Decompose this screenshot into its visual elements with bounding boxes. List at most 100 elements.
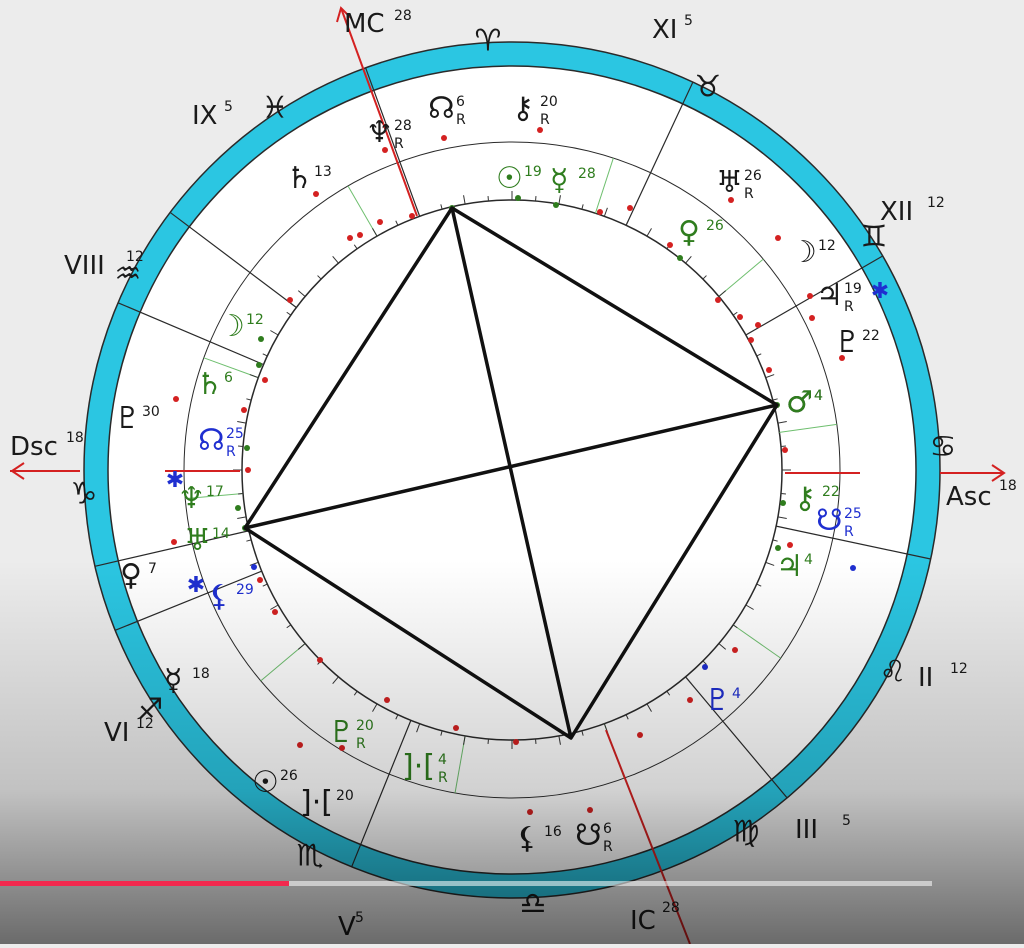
ic-degree: 28 bbox=[662, 900, 680, 916]
position-dot bbox=[809, 315, 815, 321]
position-dot bbox=[732, 647, 738, 653]
house-label-xii: XII bbox=[880, 197, 913, 227]
mc-degree: 28 bbox=[394, 8, 412, 24]
house-degree-xii: 12 bbox=[927, 195, 945, 211]
ic-label: IC bbox=[630, 906, 656, 936]
house-label-ix: IX bbox=[192, 101, 217, 131]
position-dot bbox=[667, 242, 673, 248]
saturn-natal-degree: 13 bbox=[314, 164, 332, 180]
uranus-transit-glyph: ♅ bbox=[184, 523, 211, 558]
mercury-transit-glyph: ☿ bbox=[550, 163, 568, 198]
pluto-progressed-glyph: ♇ bbox=[704, 683, 731, 718]
position-dot bbox=[782, 447, 788, 453]
house-label-xi: XI bbox=[652, 15, 677, 45]
pluto-transit-degree: 20 bbox=[356, 718, 374, 734]
node-north-natal-degree: 6 bbox=[456, 94, 465, 110]
position-dot bbox=[241, 407, 247, 413]
vertex-natal-glyph: ]·[ bbox=[300, 785, 333, 820]
position-dot bbox=[807, 293, 813, 299]
saturn-transit-degree: 6 bbox=[224, 370, 233, 386]
mercury-natal-glyph: ☿ bbox=[164, 663, 182, 698]
dsc-label: Dsc bbox=[10, 432, 58, 462]
chart-stage: ♈♉♊♋♌♍♎♏♐♑♒♓ MC28IC28Asc18Dsc18XI5XII12I… bbox=[0, 0, 1024, 944]
house-degree-ix: 5 bbox=[224, 99, 233, 115]
position-dot bbox=[256, 362, 262, 368]
video-progress-bar[interactable] bbox=[0, 881, 932, 886]
uranus-transit-degree: 14 bbox=[212, 526, 230, 542]
vertex-transit-glyph: ]·[ bbox=[402, 749, 435, 784]
position-dot bbox=[173, 396, 179, 402]
lilith-progressed-degree: 29 bbox=[236, 582, 254, 598]
house-degree-ii: 12 bbox=[950, 661, 968, 677]
astrology-wheel: ♈♉♊♋♌♍♎♏♐♑♒♓ MC28IC28Asc18Dsc18XI5XII12I… bbox=[0, 0, 1024, 944]
saturn-transit-glyph: ♄ bbox=[196, 367, 223, 402]
chiron-natal-glyph: ⚷ bbox=[512, 91, 534, 126]
jupiter-natal-degree: 19 bbox=[844, 281, 862, 297]
position-dot bbox=[384, 697, 390, 703]
chiron-natal-degree: 20 bbox=[540, 94, 558, 110]
position-dot bbox=[553, 202, 559, 208]
uranus-natal-degree: 26 bbox=[744, 168, 762, 184]
position-dot bbox=[313, 191, 319, 197]
taurus-glyph: ♉ bbox=[695, 70, 722, 105]
sun-transit-degree: 19 bbox=[524, 164, 542, 180]
scorpio-glyph: ♏ bbox=[297, 839, 324, 874]
position-dot bbox=[244, 445, 250, 451]
house-label-viii: VIII bbox=[64, 251, 105, 281]
chiron-transit-glyph: ⚷ bbox=[794, 481, 816, 516]
moon-transit-degree: 12 bbox=[246, 312, 264, 328]
chiron-natal-retro: R bbox=[540, 112, 550, 128]
position-dot bbox=[597, 209, 603, 215]
position-dot bbox=[347, 235, 353, 241]
house-label-vi: VI bbox=[104, 718, 129, 748]
pluto-progressed-degree: 4 bbox=[732, 686, 741, 702]
jupiter-transit-glyph: ♃ bbox=[776, 549, 803, 584]
saturn-natal-glyph: ♄ bbox=[286, 161, 313, 196]
position-dot bbox=[780, 500, 786, 506]
position-dot bbox=[453, 725, 459, 731]
pluto-natal-left-degree: 30 bbox=[142, 404, 160, 420]
mercury-natal-degree: 18 bbox=[192, 666, 210, 682]
position-dot bbox=[262, 377, 268, 383]
video-progress-fill bbox=[0, 881, 289, 886]
position-dot bbox=[737, 314, 743, 320]
position-dot bbox=[245, 467, 251, 473]
lilith-progressed-glyph: ⚸ bbox=[208, 579, 230, 614]
uranus-natal-glyph: ♅ bbox=[716, 165, 743, 200]
pluto-natal-right-glyph: ♇ bbox=[834, 325, 861, 360]
mars-transit-glyph: ♂ bbox=[786, 385, 813, 420]
star-marker-icon: ✱ bbox=[871, 279, 889, 304]
mars-transit-degree: 4 bbox=[814, 388, 823, 404]
libra-glyph: ♎ bbox=[520, 887, 547, 922]
asc-label: Asc bbox=[946, 482, 992, 512]
house-degree-xi: 5 bbox=[684, 13, 693, 29]
node-north-progressed-glyph: ☊ bbox=[198, 423, 225, 458]
mc-label: MC bbox=[344, 9, 385, 39]
position-dot bbox=[766, 367, 772, 373]
mercury-transit-degree: 28 bbox=[578, 166, 596, 182]
venus-natal-degree: 7 bbox=[148, 561, 157, 577]
position-dot bbox=[677, 255, 683, 261]
position-dot bbox=[377, 219, 383, 225]
neptune-natal-retro: R bbox=[394, 136, 404, 152]
aries-glyph: ♈ bbox=[475, 24, 502, 59]
position-dot bbox=[272, 609, 278, 615]
virgo-glyph: ♍ bbox=[733, 815, 760, 850]
vertex-natal-degree: 20 bbox=[336, 788, 354, 804]
chiron-transit-degree: 22 bbox=[822, 484, 840, 500]
lilith-natal-degree: 16 bbox=[544, 824, 562, 840]
house-degree-vi: 12 bbox=[136, 716, 154, 732]
capricorn-glyph: ♑ bbox=[71, 477, 98, 512]
lilith-natal-glyph: ⚸ bbox=[516, 821, 538, 856]
position-dot bbox=[850, 565, 856, 571]
vertex-transit-retro: R bbox=[438, 770, 448, 786]
house-degree-v: 5 bbox=[355, 910, 364, 926]
sun-transit-glyph: ☉ bbox=[496, 161, 523, 196]
position-dot bbox=[251, 564, 257, 570]
jupiter-natal-retro: R bbox=[844, 299, 854, 315]
sun-natal-degree: 26 bbox=[280, 768, 298, 784]
uranus-natal-retro: R bbox=[744, 186, 754, 202]
house-label-v: V bbox=[338, 912, 356, 942]
star-marker-icon: ✱ bbox=[187, 573, 205, 598]
position-dot bbox=[441, 135, 447, 141]
